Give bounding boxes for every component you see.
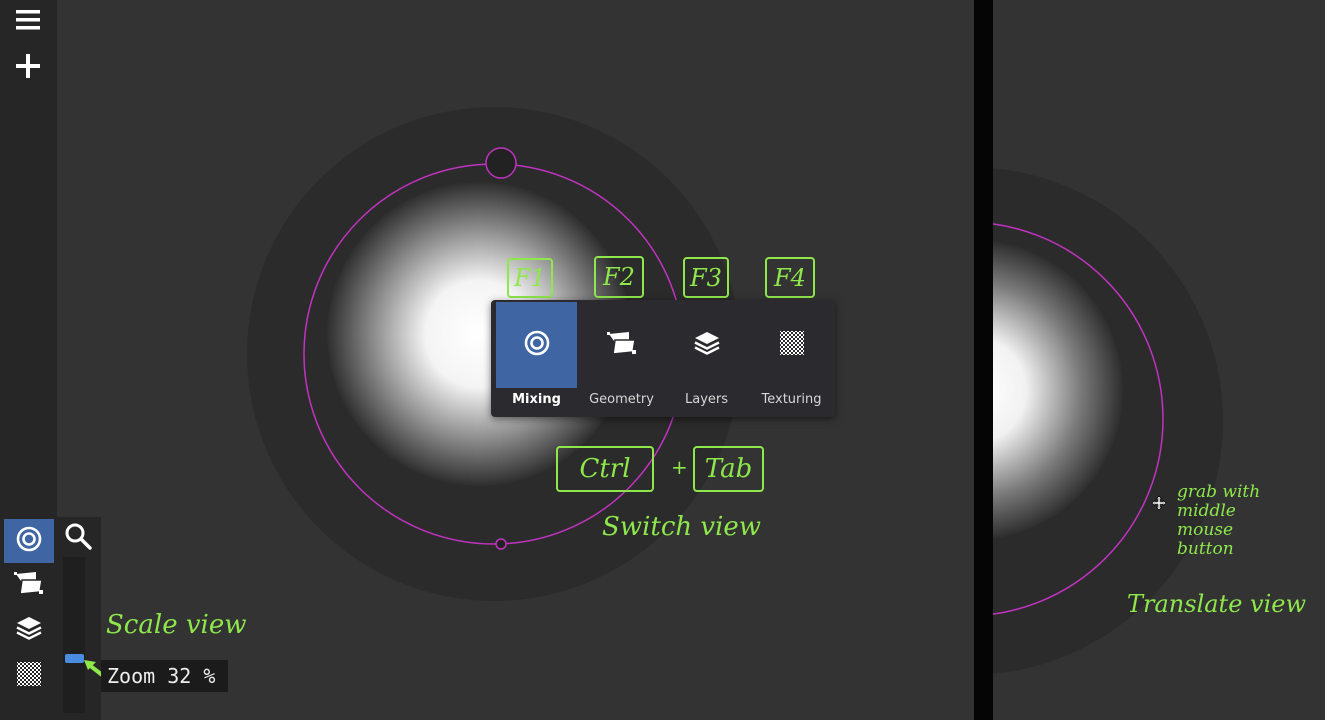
menu-icon [16, 9, 40, 35]
panel-texturing-button[interactable] [4, 654, 54, 698]
layers-icon [693, 330, 720, 360]
layers-icon [16, 615, 42, 645]
scale-view-annotation: Scale view [106, 610, 247, 640]
f2-key-annotation: F2 [594, 256, 644, 298]
radius-handle[interactable] [485, 147, 517, 179]
panel-layers-button[interactable] [4, 608, 54, 652]
add-button[interactable] [8, 48, 48, 88]
grab-hint-line: mouse [1177, 520, 1234, 540]
view-divider[interactable] [974, 0, 993, 720]
checkerboard-icon [16, 661, 42, 691]
anchor-handle[interactable] [495, 538, 507, 550]
view-panel [3, 517, 101, 720]
zoom-tooltip: Zoom 32 % [101, 660, 228, 692]
grab-hint-line: middle [1177, 501, 1236, 521]
view-option-texturing[interactable]: Texturing [749, 302, 834, 415]
zoom-search-button[interactable] [61, 521, 95, 555]
target-icon [524, 330, 550, 360]
plus-annotation: + [671, 455, 688, 479]
tab-key-annotation: Tab [693, 446, 764, 492]
view-switcher: Mixing Geometry Layers Texturing [491, 300, 835, 417]
f3-key-annotation: F3 [683, 257, 729, 298]
target-icon [16, 526, 42, 556]
grab-hint-line: button [1177, 539, 1234, 559]
geometry-icon [14, 570, 44, 600]
view-option-label: Geometry [589, 392, 654, 407]
translate-view-annotation: Translate view [1127, 590, 1307, 618]
menu-button[interactable] [8, 2, 48, 42]
view-option-label: Mixing [512, 392, 561, 407]
plus-icon [16, 54, 40, 82]
view-option-label: Layers [684, 392, 729, 407]
f1-key-annotation: F1 [507, 258, 553, 298]
grab-hint-annotation: grab with middle mouse button [1177, 483, 1260, 559]
f4-key-annotation: F4 [765, 257, 815, 298]
panel-geometry-button[interactable] [4, 563, 54, 607]
grab-hint-line: grab with [1177, 482, 1261, 502]
zoom-slider-track[interactable] [63, 557, 85, 713]
view-option-geometry[interactable]: Geometry [579, 302, 664, 415]
checkerboard-icon [779, 330, 805, 360]
search-icon [64, 522, 92, 554]
panel-mixing-button[interactable] [4, 519, 54, 563]
geometry-icon [606, 330, 637, 360]
view-option-label: Texturing [761, 392, 822, 407]
view-option-layers[interactable]: Layers [664, 302, 749, 415]
switch-view-annotation: Switch view [602, 512, 762, 542]
ctrl-key-annotation: Ctrl [556, 446, 654, 492]
view-option-mixing[interactable]: Mixing [494, 302, 579, 415]
